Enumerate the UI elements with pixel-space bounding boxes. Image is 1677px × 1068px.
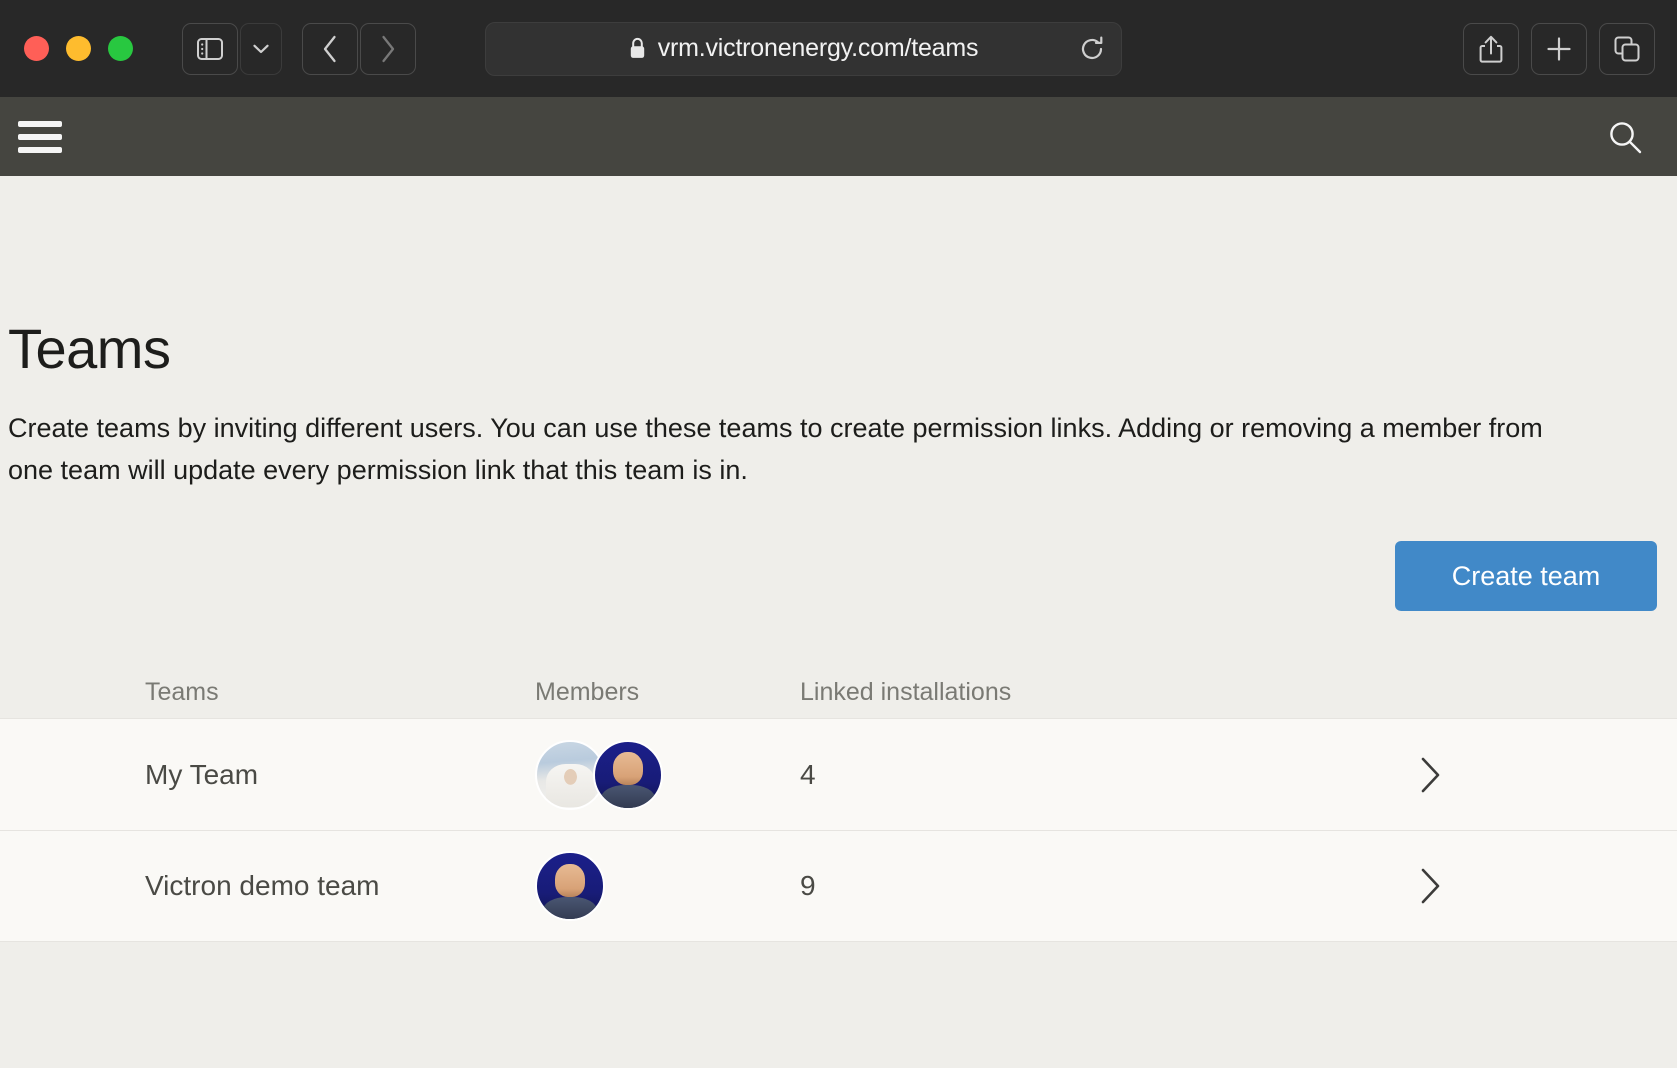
- page-description: Create teams by inviting different users…: [8, 408, 1568, 491]
- reload-icon: [1079, 36, 1105, 62]
- chevron-right-icon: [1420, 756, 1442, 794]
- create-team-button[interactable]: Create team: [1395, 541, 1657, 611]
- chevron-right-icon: [1420, 867, 1442, 905]
- row-open-button[interactable]: [1360, 867, 1532, 905]
- hamburger-bar: [18, 134, 62, 140]
- column-header-members: Members: [535, 678, 800, 707]
- reload-button[interactable]: [1079, 36, 1105, 62]
- avatar[interactable]: [535, 851, 605, 921]
- sidebar-icon: [197, 38, 223, 60]
- sidebar-options-button[interactable]: [240, 23, 282, 75]
- app-header: [0, 97, 1677, 176]
- chevron-right-icon: [380, 35, 396, 63]
- teams-table: Teams Members Linked installations My Te…: [0, 666, 1677, 942]
- team-name: Victron demo team: [0, 870, 535, 902]
- page-title: Teams: [8, 321, 170, 377]
- hamburger-bar: [18, 147, 62, 153]
- minimize-window-button[interactable]: [66, 36, 91, 61]
- forward-button[interactable]: [360, 23, 416, 75]
- chevron-down-icon: [253, 44, 269, 54]
- lock-icon: [629, 37, 646, 60]
- column-header-linked-installations: Linked installations: [800, 678, 1360, 707]
- maximize-window-button[interactable]: [108, 36, 133, 61]
- linked-installations-count: 4: [800, 759, 1360, 791]
- search-button[interactable]: [1607, 119, 1643, 155]
- plus-icon: [1546, 36, 1572, 62]
- hamburger-menu-icon[interactable]: [8, 108, 72, 166]
- member-avatars: [535, 851, 800, 921]
- share-button[interactable]: [1463, 23, 1519, 75]
- window-controls: [24, 36, 133, 61]
- search-icon: [1607, 119, 1643, 155]
- row-open-button[interactable]: [1360, 756, 1532, 794]
- table-row[interactable]: My Team 4: [0, 718, 1677, 830]
- new-tab-button[interactable]: [1531, 23, 1587, 75]
- share-icon: [1479, 35, 1503, 63]
- member-avatars: [535, 740, 800, 810]
- toolbar-right-actions: [1463, 23, 1655, 75]
- hamburger-bar: [18, 121, 62, 127]
- table-row[interactable]: Victron demo team 9: [0, 830, 1677, 942]
- back-button[interactable]: [302, 23, 358, 75]
- url-text: vrm.victronenergy.com/teams: [658, 34, 979, 63]
- show-tabs-button[interactable]: [1599, 23, 1655, 75]
- browser-toolbar: vrm.victronenergy.com/teams: [0, 0, 1677, 97]
- team-name: My Team: [0, 759, 535, 791]
- address-bar[interactable]: vrm.victronenergy.com/teams: [485, 22, 1122, 76]
- table-header-row: Teams Members Linked installations: [0, 666, 1677, 718]
- avatar[interactable]: [593, 740, 663, 810]
- close-window-button[interactable]: [24, 36, 49, 61]
- column-header-teams: Teams: [0, 678, 535, 707]
- page-content: Teams Create teams by inviting different…: [0, 176, 1677, 1068]
- chevron-left-icon: [322, 35, 338, 63]
- tab-overview-icon: [1614, 36, 1640, 62]
- linked-installations-count: 9: [800, 870, 1360, 902]
- sidebar-toggle-button[interactable]: [182, 23, 238, 75]
